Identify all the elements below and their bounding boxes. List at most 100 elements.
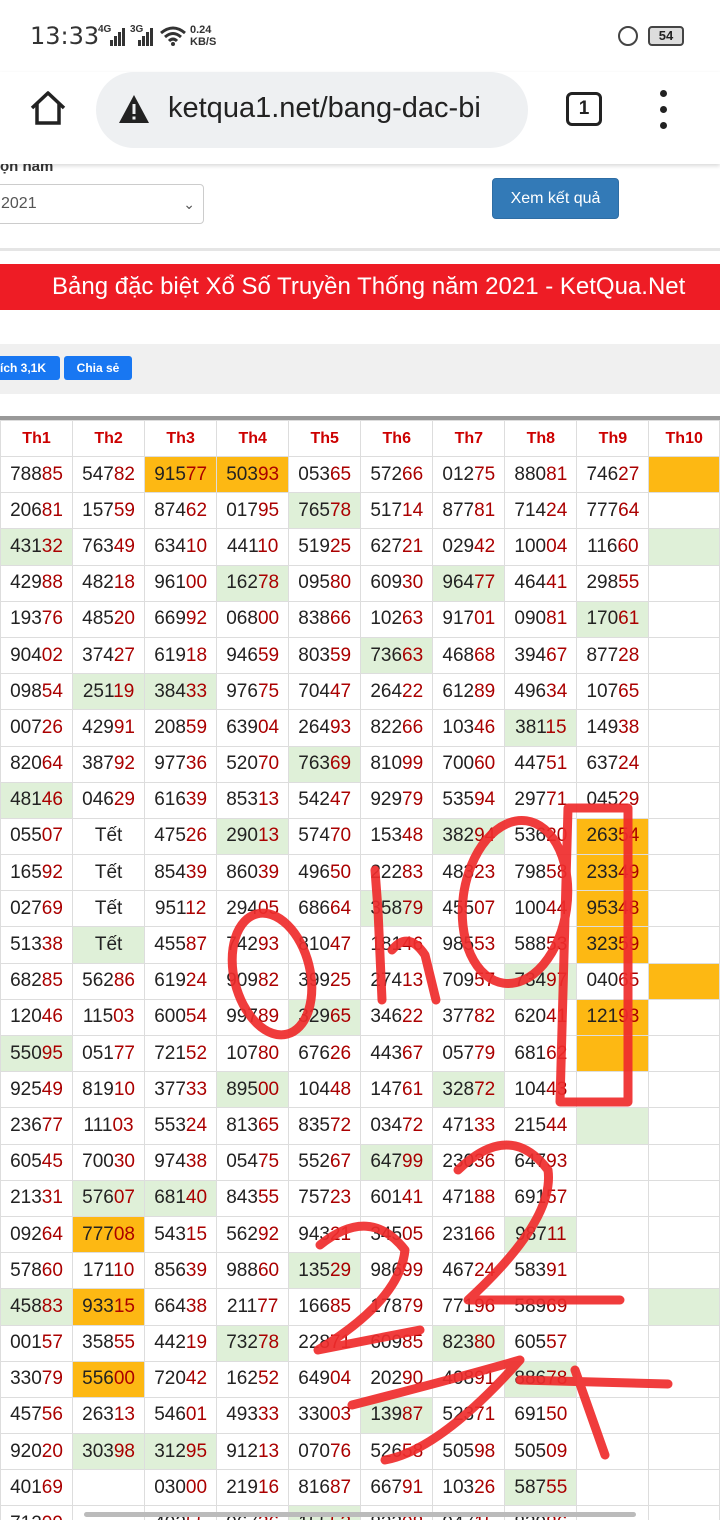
prefix-digits: 909 <box>226 970 258 992</box>
page-title-banner: Bảng đặc biệt Xổ Số Truyền Thống năm 202… <box>0 264 720 310</box>
last-two-digits: 97 <box>546 970 568 992</box>
table-row: 02769 Tết 95112 29405 68664 35879 45507 10044 95… <box>0 890 720 928</box>
last-two-digits: 67 <box>402 1042 424 1064</box>
table-row: 20681 15759 87462 01795 76578 51714 87781 71424… <box>0 492 720 530</box>
last-two-digits: 03 <box>112 1114 134 1136</box>
result-cell: 57860 <box>0 1252 74 1290</box>
prefix-digits: 925 <box>10 1078 42 1100</box>
more-menu-icon[interactable] <box>656 90 670 130</box>
address-bar[interactable]: ketqua1.net/bang-dac-bi <box>96 72 528 148</box>
result-cell: 10326 <box>432 1469 506 1507</box>
last-two-digits: 85 <box>41 463 63 485</box>
result-cell: 30398 <box>72 1433 146 1471</box>
result-cell: 88081 <box>504 455 578 494</box>
result-cell: 73278 <box>216 1324 290 1362</box>
last-two-digits: 07 <box>474 897 496 919</box>
result-cell <box>648 1505 720 1520</box>
prefix-digits: 100 <box>514 535 547 557</box>
last-two-digits: 08 <box>113 1223 135 1245</box>
status-bar: 13:33 4G 3G 0.24 KB/S 54 <box>0 0 720 72</box>
rotation-lock-icon <box>618 26 638 46</box>
tab-switcher-button[interactable]: 1 <box>566 92 602 126</box>
prefix-digits: 953 <box>586 897 619 919</box>
view-results-button[interactable]: Xem kết quả <box>492 178 619 219</box>
prefix-digits: 546 <box>154 1404 186 1426</box>
result-cell: 55324 <box>144 1107 218 1145</box>
last-two-digits: 54 <box>185 1006 208 1028</box>
prefix-digits: 202 <box>370 1368 403 1390</box>
result-cell: 05365 <box>288 455 362 494</box>
result-cell: 75723 <box>288 1179 362 1217</box>
facebook-like-button[interactable]: ích 3,1K <box>0 356 60 380</box>
prefix-digits: 746 <box>586 463 619 485</box>
result-cell <box>576 1324 650 1362</box>
last-two-digits: 80 <box>257 1042 280 1064</box>
result-cell: 54601 <box>144 1396 218 1435</box>
last-two-digits: 47 <box>329 680 352 702</box>
wifi-icon <box>160 26 186 46</box>
result-cell: 70030 <box>72 1143 146 1181</box>
year-select[interactable]: 2021 ⌄ <box>0 184 204 224</box>
result-cell: 46441 <box>504 564 578 602</box>
prefix-digits: 475 <box>154 825 186 847</box>
result-cell: 70957 <box>432 962 506 1000</box>
facebook-share-button[interactable]: Chia sẻ <box>64 356 132 380</box>
result-cell: 82380 <box>432 1324 506 1362</box>
result-cell: 21544 <box>504 1107 578 1145</box>
last-two-digits: 69 <box>41 897 63 919</box>
result-cell: 77196 <box>432 1288 506 1326</box>
last-two-digits: 76 <box>41 608 63 630</box>
result-cell: 83572 <box>288 1107 362 1145</box>
last-two-digits: 93 <box>257 934 280 956</box>
prefix-digits: 880 <box>514 463 547 485</box>
prefix-digits: 562 <box>82 970 114 992</box>
prefix-digits: 467 <box>442 1259 475 1281</box>
result-cell: 95348 <box>576 890 650 928</box>
result-cell: 23677 <box>0 1107 74 1145</box>
prefix-digits: 976 <box>226 680 258 702</box>
home-icon[interactable] <box>28 88 68 128</box>
result-cell: 11503 <box>72 998 146 1037</box>
last-two-digits: 87 <box>329 1476 352 1498</box>
table-row: 68285 56286 61924 90982 39925 27413 70957 73497… <box>0 962 720 1000</box>
last-two-digits: 69 <box>329 753 352 775</box>
last-two-digits: 19 <box>113 680 135 702</box>
last-two-digits: 53 <box>474 934 496 956</box>
result-cell <box>648 1433 720 1471</box>
last-two-digits: 32 <box>41 535 63 557</box>
warning-icon[interactable] <box>118 94 150 124</box>
horizontal-scrollbar[interactable] <box>84 1512 636 1517</box>
url-text[interactable]: ketqua1.net/bang-dac-bi <box>168 92 518 125</box>
last-two-digits: 87 <box>185 934 208 956</box>
result-cell: 40169 <box>0 1469 74 1507</box>
result-cell: 22283 <box>360 854 434 892</box>
result-cell: 68664 <box>288 890 362 928</box>
result-cell: 92979 <box>360 781 434 819</box>
result-cell <box>576 1360 650 1398</box>
social-bar: ích 3,1K Chia sẻ <box>0 344 720 394</box>
prefix-digits: 542 <box>298 789 330 811</box>
prefix-digits: 552 <box>298 1151 330 1173</box>
prefix-digits: 856 <box>154 1259 186 1281</box>
result-cell: 45883 <box>0 1288 74 1326</box>
result-cell <box>648 455 720 494</box>
prefix-digits: 070 <box>298 1440 330 1462</box>
result-cell: 22871 <box>288 1324 362 1362</box>
last-two-digits: 10 <box>113 1259 135 1281</box>
last-two-digits: 23 <box>474 861 496 883</box>
last-two-digits: 12 <box>185 897 207 919</box>
last-two-digits: 72 <box>402 1114 424 1136</box>
last-two-digits: 70 <box>329 825 352 847</box>
prefix-digits: 215 <box>514 1114 547 1136</box>
result-cell: 89500 <box>216 1071 290 1109</box>
prefix-digits: 471 <box>442 1114 475 1136</box>
prefix-digits: 912 <box>226 1440 258 1462</box>
result-cell <box>648 709 720 747</box>
prefix-digits: 046 <box>82 789 114 811</box>
prefix-digits: 233 <box>586 861 619 883</box>
result-cell <box>648 854 720 892</box>
result-cell <box>576 1143 650 1181</box>
prefix-digits: 691 <box>514 1187 547 1209</box>
table-row: 09264 77708 54315 56292 94321 34505 23166 98711 <box>0 1215 720 1254</box>
last-two-digits: 29 <box>329 1259 352 1281</box>
